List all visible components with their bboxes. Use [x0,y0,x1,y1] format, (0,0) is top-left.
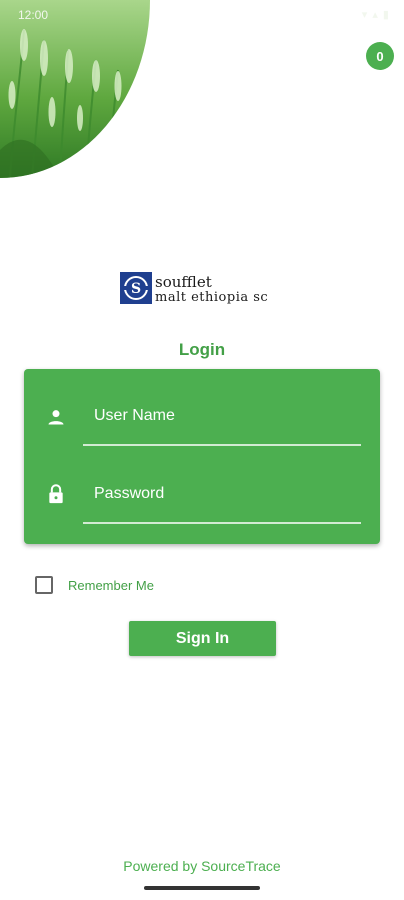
sign-in-button[interactable]: Sign In [129,621,276,656]
home-indicator[interactable] [144,886,260,890]
notification-badge[interactable]: 0 [366,42,394,70]
password-input[interactable]: Password [94,485,164,503]
remember-me-checkbox[interactable] [35,576,53,594]
status-icons: ▾ ▴ ▮ [361,9,390,21]
logo-mark-icon: S [120,272,152,304]
remember-me-label[interactable]: Remember Me [68,578,154,593]
lock-icon [49,484,63,504]
status-bar: 12:00 ▾ ▴ ▮ [0,0,404,30]
password-field[interactable]: Password [24,473,380,551]
username-underline [83,444,361,446]
page-title: Login [178,340,226,359]
person-icon [48,410,64,425]
login-form-card: User Name Password [24,369,380,544]
password-underline [83,522,361,524]
username-field[interactable]: User Name [24,395,380,473]
svg-text:S: S [131,281,141,297]
username-input[interactable]: User Name [94,407,175,425]
logo-text-line1: soufflet [155,273,212,291]
logo-text-line2: malt ethiopia sc [155,290,269,305]
status-time: 12:00 [18,8,49,22]
company-logo: S soufflet malt ethiopia sc [120,272,290,308]
powered-by-text: Powered by SourceTrace [123,858,281,874]
